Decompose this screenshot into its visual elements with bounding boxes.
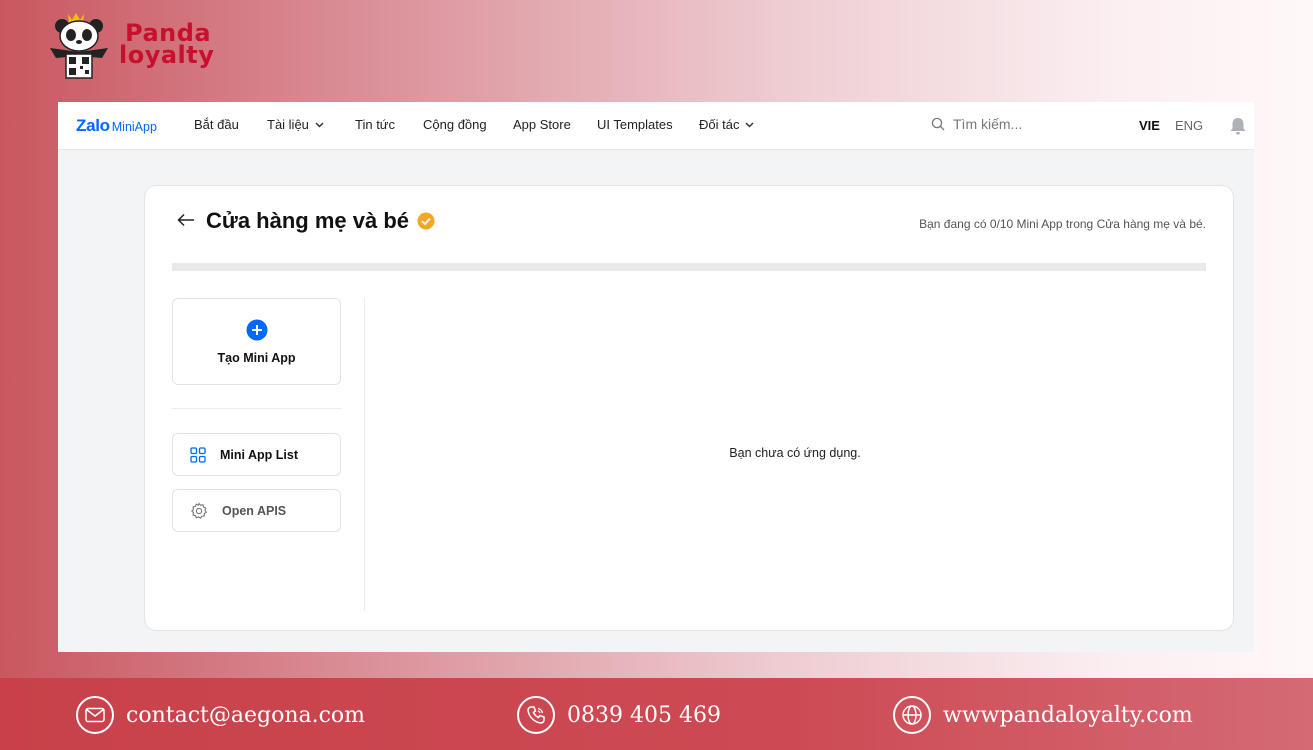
nav-item-tai-lieu[interactable]: Tài liệu — [267, 117, 324, 132]
menu-open-apis[interactable]: Open APIS — [172, 489, 341, 532]
gear-icon — [190, 501, 208, 519]
search-icon — [931, 117, 945, 131]
chevron-down-icon — [745, 121, 754, 128]
back-arrow-icon[interactable] — [177, 210, 195, 233]
grid-icon — [190, 446, 206, 463]
panda-loyalty-logo: Panda loyalty — [44, 6, 214, 82]
quota-text: Bạn đang có 0/10 Mini App trong Cửa hàng… — [919, 217, 1206, 231]
menu-label: Open APIS — [222, 503, 287, 518]
top-navigation: Zalo MiniApp Bắt đầu Tài liệu Tin tức Cộ… — [58, 102, 1254, 150]
page-title: Cửa hàng mẹ và bé — [206, 208, 435, 234]
menu-label: Mini App List — [220, 447, 298, 462]
bell-icon[interactable] — [1229, 116, 1247, 136]
page-title-text: Cửa hàng mẹ và bé — [206, 208, 409, 233]
footer-email[interactable]: contact@aegona.com — [76, 696, 365, 734]
lang-vie-option[interactable]: VIE — [1139, 118, 1160, 133]
plus-circle-icon — [246, 319, 267, 340]
nav-item-app-store[interactable]: App Store — [513, 117, 571, 132]
store-card: Cửa hàng mẹ và bé Bạn đang có 0/10 Mini … — [144, 185, 1234, 631]
left-divider — [172, 408, 341, 409]
nav-item-ui-templates[interactable]: UI Templates — [597, 117, 673, 132]
quota-progress-bar — [172, 263, 1206, 271]
create-mini-app-button[interactable]: Tạo Mini App — [172, 298, 341, 385]
brand-wordmark: Panda loyalty — [119, 21, 219, 69]
footer-website[interactable]: wwwpandaloyalty.com — [893, 696, 1193, 734]
nav-item-label: App Store — [513, 117, 571, 132]
globe-icon — [893, 696, 931, 734]
footer-phone[interactable]: 0839 405 469 — [517, 696, 721, 734]
footer-website-text: wwwpandaloyalty.com — [943, 702, 1193, 728]
search-box[interactable] — [931, 116, 1073, 132]
zalo-miniapp-logo[interactable]: Zalo MiniApp — [76, 116, 157, 136]
contact-footer: contact@aegona.com 0839 405 469 wwwpanda… — [0, 678, 1313, 750]
nav-item-label: UI Templates — [597, 117, 673, 132]
nav-item-tin-tuc[interactable]: Tin tức — [355, 117, 395, 132]
zalo-logo-sub: MiniApp — [111, 120, 157, 134]
nav-item-cong-dong[interactable]: Cộng đồng — [423, 117, 487, 132]
verified-badge-icon — [417, 212, 435, 230]
zalo-logo-main: Zalo — [76, 116, 110, 135]
empty-state-text: Bạn chưa có ứng dụng. — [729, 446, 861, 460]
menu-mini-app-list[interactable]: Mini App List — [172, 433, 341, 476]
nav-item-bat-dau[interactable]: Bắt đầu — [194, 117, 239, 132]
panda-mascot-icon — [50, 13, 108, 79]
chevron-down-icon — [315, 121, 324, 128]
search-input[interactable] — [953, 116, 1073, 132]
create-mini-app-label: Tạo Mini App — [217, 350, 296, 365]
nav-item-label: Bắt đầu — [194, 117, 239, 132]
phone-icon — [517, 696, 555, 734]
nav-item-label: Tin tức — [355, 117, 396, 132]
nav-item-label: Cộng đồng — [423, 117, 487, 132]
footer-email-text: contact@aegona.com — [126, 702, 366, 728]
lang-eng-option[interactable]: ENG — [1175, 118, 1203, 133]
nav-item-label: Tài liệu — [267, 117, 309, 132]
nav-item-doi-tac[interactable]: Đối tác — [699, 117, 754, 132]
app-screen: Zalo MiniApp Bắt đầu Tài liệu Tin tức Cộ… — [58, 102, 1254, 652]
footer-phone-text: 0839 405 469 — [567, 702, 721, 728]
mail-icon — [76, 696, 114, 734]
nav-item-label: Đối tác — [699, 117, 740, 132]
brand-line2: loyalty — [119, 41, 215, 69]
